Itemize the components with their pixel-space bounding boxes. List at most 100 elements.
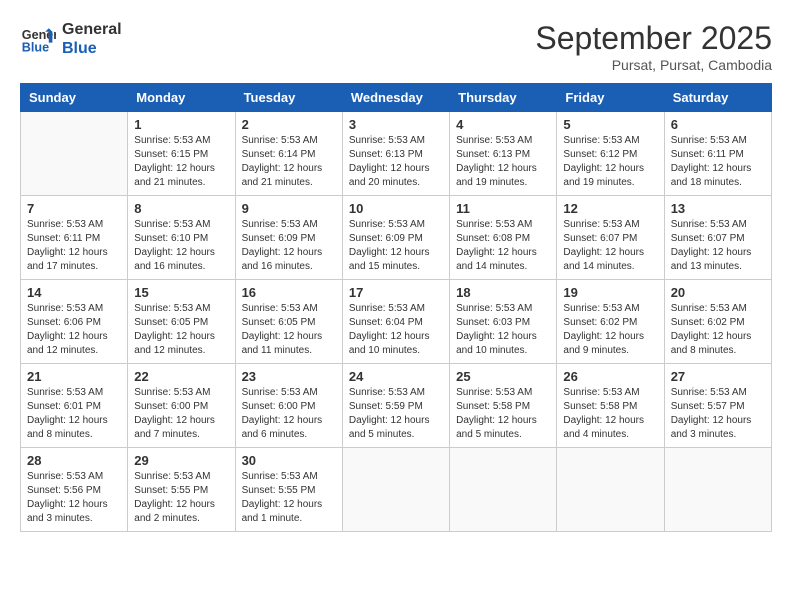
weekday-header-row: SundayMondayTuesdayWednesdayThursdayFrid… bbox=[21, 84, 772, 112]
day-number: 20 bbox=[671, 285, 765, 300]
day-number: 28 bbox=[27, 453, 121, 468]
svg-text:Blue: Blue bbox=[22, 41, 49, 55]
calendar-cell: 9Sunrise: 5:53 AM Sunset: 6:09 PM Daylig… bbox=[235, 196, 342, 280]
day-number: 26 bbox=[563, 369, 657, 384]
day-number: 17 bbox=[349, 285, 443, 300]
weekday-header-friday: Friday bbox=[557, 84, 664, 112]
cell-content: Sunrise: 5:53 AM Sunset: 6:05 PM Dayligh… bbox=[242, 302, 336, 358]
calendar-table: SundayMondayTuesdayWednesdayThursdayFrid… bbox=[20, 83, 772, 532]
calendar-cell: 17 Sunrise: 5:53 AM Sunset: 6:04 PM Dayli… bbox=[342, 280, 449, 364]
day-number: 18 bbox=[456, 285, 550, 300]
cell-content: Sunrise: 5:53 AM Sunset: 6:15 PM Dayligh… bbox=[134, 134, 228, 190]
cell-content: Sunrise: 5:53 AM Sunset: 6:03 PM Dayligh… bbox=[456, 302, 550, 358]
calendar-cell: 7 Sunrise: 5:53 AM Sunset: 6:11 PM Daylig… bbox=[21, 196, 128, 280]
cell-content: Sunrise: 5:53 AM Sunset: 6:11 PM Dayligh… bbox=[27, 218, 121, 274]
day-number: 19 bbox=[563, 285, 657, 300]
day-number: 6 bbox=[671, 117, 765, 132]
weekday-header-monday: Monday bbox=[128, 84, 235, 112]
calendar-cell: 11 Sunrise: 5:53 AM Sunset: 6:08 PM Dayli… bbox=[450, 196, 557, 280]
calendar-cell: 15 Sunrise: 5:53 AM Sunset: 6:05 PM Dayli… bbox=[128, 280, 235, 364]
cell-content: Sunrise: 5:53 AM Sunset: 5:58 PM Dayligh… bbox=[563, 386, 657, 442]
logo-line2: Blue bbox=[62, 39, 122, 58]
calendar-week-4: 21Sunrise: 5:53 AM Sunset: 6:01 PM Dayli… bbox=[21, 364, 772, 448]
cell-content: Sunrise: 5:53 AM Sunset: 5:58 PM Dayligh… bbox=[456, 386, 550, 442]
calendar-cell: 22 Sunrise: 5:53 AM Sunset: 6:00 PM Dayli… bbox=[128, 364, 235, 448]
weekday-header-saturday: Saturday bbox=[664, 84, 771, 112]
calendar-week-2: 7 Sunrise: 5:53 AM Sunset: 6:11 PM Daylig… bbox=[21, 196, 772, 280]
day-number: 7 bbox=[27, 201, 121, 216]
day-number: 5 bbox=[563, 117, 657, 132]
cell-content: Sunrise: 5:53 AM Sunset: 5:59 PM Dayligh… bbox=[349, 386, 443, 442]
calendar-cell bbox=[557, 448, 664, 532]
day-number: 12 bbox=[563, 201, 657, 216]
calendar-cell: 30Sunrise: 5:53 AM Sunset: 5:55 PM Dayli… bbox=[235, 448, 342, 532]
calendar-cell: 26 Sunrise: 5:53 AM Sunset: 5:58 PM Dayli… bbox=[557, 364, 664, 448]
calendar-cell: 13Sunrise: 5:53 AM Sunset: 6:07 PM Dayli… bbox=[664, 196, 771, 280]
day-number: 16 bbox=[242, 285, 336, 300]
calendar-cell: 2 Sunrise: 5:53 AM Sunset: 6:14 PM Daylig… bbox=[235, 112, 342, 196]
day-number: 4 bbox=[456, 117, 550, 132]
calendar-cell: 5 Sunrise: 5:53 AM Sunset: 6:12 PM Daylig… bbox=[557, 112, 664, 196]
weekday-header-thursday: Thursday bbox=[450, 84, 557, 112]
calendar-cell: 28 Sunrise: 5:53 AM Sunset: 5:56 PM Dayli… bbox=[21, 448, 128, 532]
calendar-cell: 6 Sunrise: 5:53 AM Sunset: 6:11 PM Daylig… bbox=[664, 112, 771, 196]
calendar-cell: 19 Sunrise: 5:53 AM Sunset: 6:02 PM Dayli… bbox=[557, 280, 664, 364]
month-title: September 2025 bbox=[535, 20, 772, 57]
cell-content: Sunrise: 5:53 AM Sunset: 6:00 PM Dayligh… bbox=[134, 386, 228, 442]
logo-icon: General Blue bbox=[20, 21, 56, 57]
weekday-header-wednesday: Wednesday bbox=[342, 84, 449, 112]
cell-content: Sunrise: 5:53 AM Sunset: 6:00 PM Dayligh… bbox=[242, 386, 336, 442]
logo: General Blue General Blue bbox=[20, 20, 122, 58]
calendar-cell: 4 Sunrise: 5:53 AM Sunset: 6:13 PM Daylig… bbox=[450, 112, 557, 196]
cell-content: Sunrise: 5:53 AM Sunset: 6:08 PM Dayligh… bbox=[456, 218, 550, 274]
day-number: 11 bbox=[456, 201, 550, 216]
weekday-header-sunday: Sunday bbox=[21, 84, 128, 112]
calendar-week-1: 1 Sunrise: 5:53 AM Sunset: 6:15 PM Daylig… bbox=[21, 112, 772, 196]
cell-content: Sunrise: 5:53 AM Sunset: 6:09 PM Dayligh… bbox=[349, 218, 443, 274]
calendar-cell: 3Sunrise: 5:53 AM Sunset: 6:13 PM Daylig… bbox=[342, 112, 449, 196]
calendar-cell: 14Sunrise: 5:53 AM Sunset: 6:06 PM Dayli… bbox=[21, 280, 128, 364]
cell-content: Sunrise: 5:53 AM Sunset: 6:05 PM Dayligh… bbox=[134, 302, 228, 358]
cell-content: Sunrise: 5:53 AM Sunset: 6:11 PM Dayligh… bbox=[671, 134, 765, 190]
title-block: September 2025 Pursat, Pursat, Cambodia bbox=[535, 20, 772, 73]
calendar-cell: 24 Sunrise: 5:53 AM Sunset: 5:59 PM Dayli… bbox=[342, 364, 449, 448]
day-number: 14 bbox=[27, 285, 121, 300]
calendar-cell: 27Sunrise: 5:53 AM Sunset: 5:57 PM Dayli… bbox=[664, 364, 771, 448]
cell-content: Sunrise: 5:53 AM Sunset: 6:02 PM Dayligh… bbox=[671, 302, 765, 358]
day-number: 1 bbox=[134, 117, 228, 132]
day-number: 2 bbox=[242, 117, 336, 132]
day-number: 25 bbox=[456, 369, 550, 384]
calendar-week-3: 14Sunrise: 5:53 AM Sunset: 6:06 PM Dayli… bbox=[21, 280, 772, 364]
day-number: 8 bbox=[134, 201, 228, 216]
cell-content: Sunrise: 5:53 AM Sunset: 5:57 PM Dayligh… bbox=[671, 386, 765, 442]
day-number: 29 bbox=[134, 453, 228, 468]
cell-content: Sunrise: 5:53 AM Sunset: 5:56 PM Dayligh… bbox=[27, 470, 121, 526]
day-number: 23 bbox=[242, 369, 336, 384]
calendar-cell bbox=[450, 448, 557, 532]
cell-content: Sunrise: 5:53 AM Sunset: 5:55 PM Dayligh… bbox=[134, 470, 228, 526]
calendar-cell bbox=[21, 112, 128, 196]
cell-content: Sunrise: 5:53 AM Sunset: 6:14 PM Dayligh… bbox=[242, 134, 336, 190]
cell-content: Sunrise: 5:53 AM Sunset: 6:04 PM Dayligh… bbox=[349, 302, 443, 358]
day-number: 22 bbox=[134, 369, 228, 384]
calendar-cell bbox=[342, 448, 449, 532]
cell-content: Sunrise: 5:53 AM Sunset: 6:13 PM Dayligh… bbox=[456, 134, 550, 190]
calendar-cell: 23 Sunrise: 5:53 AM Sunset: 6:00 PM Dayli… bbox=[235, 364, 342, 448]
day-number: 15 bbox=[134, 285, 228, 300]
logo-line1: General bbox=[62, 20, 122, 39]
page-header: General Blue General Blue September 2025… bbox=[20, 20, 772, 73]
calendar-cell: 29 Sunrise: 5:53 AM Sunset: 5:55 PM Dayli… bbox=[128, 448, 235, 532]
day-number: 10 bbox=[349, 201, 443, 216]
calendar-cell: 16 Sunrise: 5:53 AM Sunset: 6:05 PM Dayli… bbox=[235, 280, 342, 364]
cell-content: Sunrise: 5:53 AM Sunset: 6:02 PM Dayligh… bbox=[563, 302, 657, 358]
day-number: 13 bbox=[671, 201, 765, 216]
day-number: 24 bbox=[349, 369, 443, 384]
calendar-cell: 20 Sunrise: 5:53 AM Sunset: 6:02 PM Dayli… bbox=[664, 280, 771, 364]
day-number: 21 bbox=[27, 369, 121, 384]
cell-content: Sunrise: 5:53 AM Sunset: 6:10 PM Dayligh… bbox=[134, 218, 228, 274]
calendar-week-5: 28 Sunrise: 5:53 AM Sunset: 5:56 PM Dayli… bbox=[21, 448, 772, 532]
calendar-cell: 18 Sunrise: 5:53 AM Sunset: 6:03 PM Dayli… bbox=[450, 280, 557, 364]
cell-content: Sunrise: 5:53 AM Sunset: 6:12 PM Dayligh… bbox=[563, 134, 657, 190]
calendar-cell bbox=[664, 448, 771, 532]
day-number: 30 bbox=[242, 453, 336, 468]
